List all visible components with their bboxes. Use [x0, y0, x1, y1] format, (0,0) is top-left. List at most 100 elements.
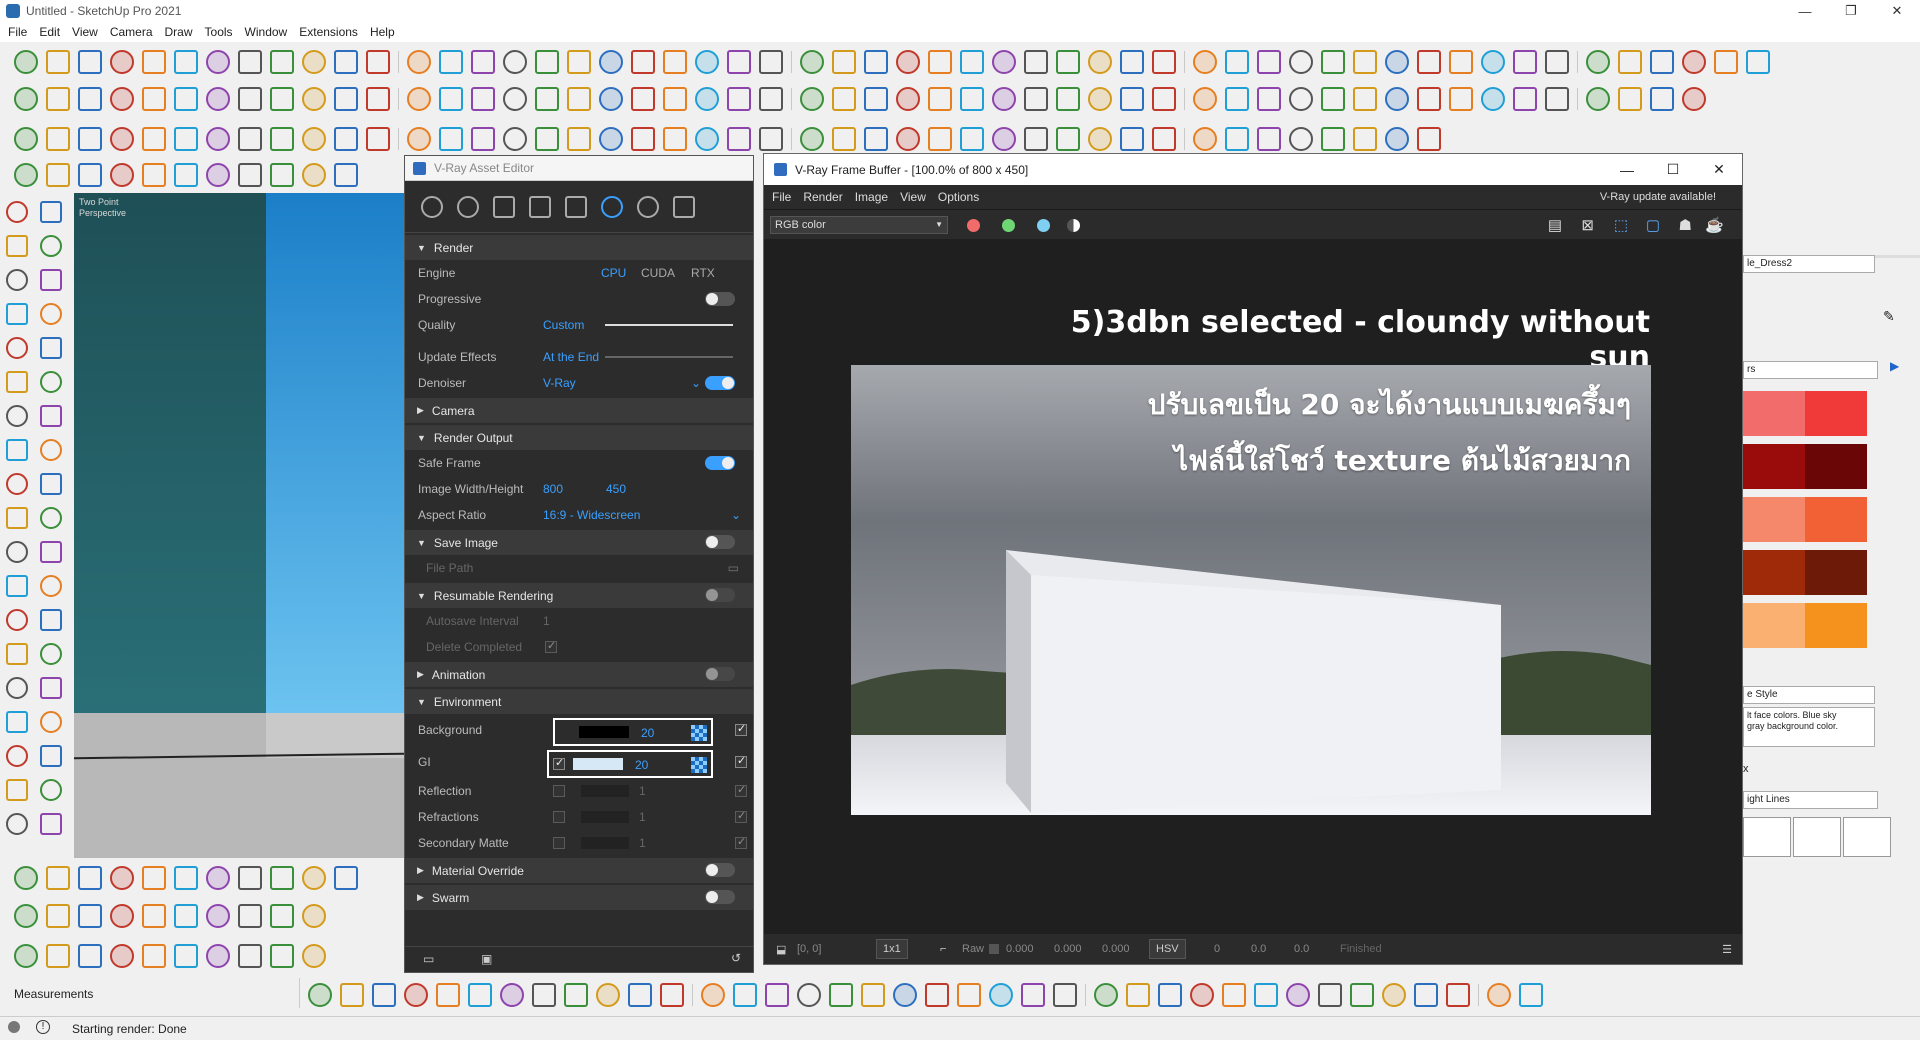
toolbar-tool-icon[interactable]	[46, 87, 70, 111]
toolbar-tool-icon[interactable]	[1682, 50, 1706, 74]
toolbar-tool-icon[interactable]	[407, 127, 431, 151]
engine-cpu[interactable]: CPU	[601, 266, 626, 280]
toolbar-tool-icon[interactable]	[1382, 983, 1406, 1007]
section-material-override[interactable]: ▶ Material Override	[405, 858, 753, 883]
gi-override-checkbox[interactable]	[553, 756, 565, 770]
secondary-matte-override-checkbox[interactable]	[553, 837, 565, 849]
toolbar-tool-icon[interactable]	[701, 983, 725, 1007]
pixel-picker-icon[interactable]: ⬓	[776, 943, 786, 956]
toolbar-tool-icon[interactable]	[206, 87, 230, 111]
background-intensity[interactable]: 20	[641, 726, 654, 740]
toolbar-tool-icon[interactable]	[436, 983, 460, 1007]
refractions-override-checkbox[interactable]	[553, 811, 565, 823]
toolbar-tool-icon[interactable]	[174, 127, 198, 151]
toolbar-tool-icon[interactable]	[1318, 983, 1342, 1007]
toolbar-tool-icon[interactable]	[1024, 50, 1048, 74]
palette-tool-icon[interactable]	[6, 575, 28, 597]
toolbar-tool-icon[interactable]	[206, 944, 230, 968]
denoiser-value[interactable]: V-Ray	[543, 376, 576, 390]
palette-tool-icon[interactable]	[6, 405, 28, 427]
toolbar-tool-icon[interactable]	[302, 127, 326, 151]
toolbar-tool-icon[interactable]	[1385, 87, 1409, 111]
close-button[interactable]: ✕	[1874, 0, 1920, 22]
reflection-checkbox[interactable]	[735, 783, 747, 797]
toolbar-tool-icon[interactable]	[896, 50, 920, 74]
toolbar-tool-icon[interactable]	[893, 983, 917, 1007]
refractions-checkbox[interactable]	[735, 809, 747, 823]
palette-tool-icon[interactable]	[40, 235, 62, 257]
toolbar-tool-icon[interactable]	[1152, 127, 1176, 151]
toolbar-tool-icon[interactable]	[1321, 87, 1345, 111]
toolbar-tool-icon[interactable]	[407, 50, 431, 74]
toolbar-tool-icon[interactable]	[503, 87, 527, 111]
vfb-menu-render[interactable]: Render	[803, 190, 842, 204]
toolbar-tool-icon[interactable]	[174, 866, 198, 890]
track-mouse-icon[interactable]: ▢	[1646, 216, 1660, 234]
toolbar-tool-icon[interactable]	[78, 944, 102, 968]
material-swatch[interactable]	[1805, 550, 1867, 595]
engine-rtx[interactable]: RTX	[691, 266, 715, 280]
toolbar-tool-icon[interactable]	[302, 163, 326, 187]
section-render-output[interactable]: ▼ Render Output	[405, 425, 753, 450]
toolbar-tool-icon[interactable]	[1088, 50, 1112, 74]
toolbar-tool-icon[interactable]	[110, 50, 134, 74]
toolbar-tool-icon[interactable]	[1353, 87, 1377, 111]
file-path-folder-icon[interactable]: ▭	[728, 561, 739, 575]
toolbar-tool-icon[interactable]	[174, 163, 198, 187]
toolbar-tool-icon[interactable]	[270, 163, 294, 187]
toolbar-tool-icon[interactable]	[896, 127, 920, 151]
menu-view[interactable]: View	[68, 25, 106, 39]
toolbar-tool-icon[interactable]	[471, 127, 495, 151]
palette-tool-icon[interactable]	[40, 371, 62, 393]
toolbar-tool-icon[interactable]	[1152, 87, 1176, 111]
toolbar-tool-icon[interactable]	[1586, 87, 1610, 111]
palette-tool-icon[interactable]	[40, 575, 62, 597]
toolbar-tool-icon[interactable]	[861, 983, 885, 1007]
raw-checkbox[interactable]	[989, 944, 999, 954]
toolbar-tool-icon[interactable]	[864, 127, 888, 151]
settings-gear-icon[interactable]	[601, 195, 623, 218]
update-effects-value[interactable]: At the End	[543, 350, 599, 364]
toolbar-tool-icon[interactable]	[535, 127, 559, 151]
vfb-menu-image[interactable]: Image	[855, 190, 888, 204]
safe-frame-toggle[interactable]	[705, 456, 735, 470]
toolbar-tool-icon[interactable]	[46, 866, 70, 890]
toolbar-tool-icon[interactable]	[302, 944, 326, 968]
textures-icon[interactable]	[565, 195, 587, 218]
toolbar-tool-icon[interactable]	[302, 87, 326, 111]
reflection-color-swatch[interactable]	[581, 785, 629, 797]
toolbar-tool-icon[interactable]	[1321, 127, 1345, 151]
toolbar-tool-icon[interactable]	[174, 904, 198, 928]
toolbar-tool-icon[interactable]	[404, 983, 428, 1007]
region-render-icon[interactable]: ⬚	[1614, 216, 1628, 234]
toolbar-tool-icon[interactable]	[334, 50, 358, 74]
toolbar-tool-icon[interactable]	[1257, 87, 1281, 111]
section-save-image[interactable]: ▼ Save Image	[405, 530, 753, 555]
toolbar-tool-icon[interactable]	[142, 904, 166, 928]
toolbar-tool-icon[interactable]	[366, 87, 390, 111]
toolbar-tool-icon[interactable]	[1190, 983, 1214, 1007]
gi-color-swatch[interactable]	[573, 758, 623, 770]
toolbar-tool-icon[interactable]	[238, 87, 262, 111]
material-swatch[interactable]	[1743, 497, 1805, 542]
palette-tool-icon[interactable]	[40, 541, 62, 563]
toolbar-tool-icon[interactable]	[1353, 50, 1377, 74]
reset-icon[interactable]: ↺	[731, 951, 741, 965]
toolbar-tool-icon[interactable]	[631, 50, 655, 74]
layers-icon[interactable]	[529, 195, 551, 218]
material-name-field[interactable]: le_Dress2	[1743, 255, 1875, 273]
toolbar-tool-icon[interactable]	[174, 87, 198, 111]
toolbar-tool-icon[interactable]	[206, 904, 230, 928]
material-override-toggle[interactable]	[705, 863, 735, 877]
toolbar-tool-icon[interactable]	[1417, 127, 1441, 151]
reflection-intensity[interactable]: 1	[639, 784, 646, 798]
swarm-toggle[interactable]	[705, 890, 735, 904]
section-animation[interactable]: ▶ Animation	[405, 662, 753, 687]
toolbar-tool-icon[interactable]	[270, 904, 294, 928]
toolbar-tool-icon[interactable]	[759, 50, 783, 74]
palette-tool-icon[interactable]	[40, 473, 62, 495]
minimize-button[interactable]: —	[1782, 0, 1828, 22]
toolbar-tool-icon[interactable]	[1193, 87, 1217, 111]
toolbar-tool-icon[interactable]	[142, 87, 166, 111]
palette-tool-icon[interactable]	[6, 779, 28, 801]
